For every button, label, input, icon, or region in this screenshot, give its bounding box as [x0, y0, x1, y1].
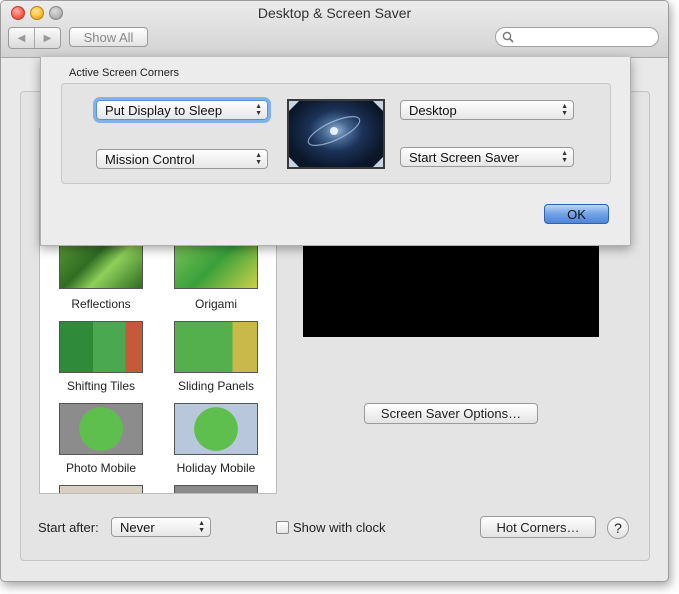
- saver-thumb-shifting-tiles[interactable]: [59, 321, 143, 373]
- saver-label-shifting-tiles: Shifting Tiles: [66, 379, 136, 393]
- select-arrows-icon: ▲ ▼: [561, 103, 568, 117]
- hot-corners-button[interactable]: Hot Corners…: [480, 516, 596, 538]
- show-with-clock-checkbox[interactable]: [276, 521, 289, 534]
- show-with-clock-label: Show with clock: [293, 520, 386, 535]
- forward-icon[interactable]: ▶: [35, 28, 60, 48]
- galaxy-wallpaper-icon: [289, 101, 383, 167]
- top-left-corner-select[interactable]: Put Display to Sleep ▲ ▼: [96, 100, 268, 120]
- select-arrows-icon: ▲ ▼: [255, 152, 262, 166]
- top-right-corner-value: Desktop: [409, 102, 457, 118]
- saver-thumb-photo-mobile[interactable]: [59, 403, 143, 455]
- sheet-heading: Active Screen Corners: [69, 67, 180, 79]
- hot-corners-sheet: Active Screen Corners Put Display to Sle…: [40, 57, 631, 246]
- saver-label-holiday-mobile: Holiday Mobile: [176, 461, 256, 475]
- start-after-select[interactable]: Never ▲ ▼: [111, 517, 211, 537]
- saver-label-sliding-panels: Sliding Panels: [177, 379, 255, 393]
- top-left-corner-value: Put Display to Sleep: [105, 102, 223, 118]
- title-bar: Desktop & Screen Saver ◀ ▶ Show All: [1, 1, 668, 58]
- start-after-label: Start after:: [38, 520, 99, 535]
- preferences-window: Desktop & Screen Saver ◀ ▶ Show All Refl…: [0, 0, 669, 582]
- back-forward-group: ◀ ▶: [8, 27, 61, 49]
- saver-label-photo-mobile: Photo Mobile: [65, 461, 137, 475]
- saver-thumb-partial-left[interactable]: [59, 485, 143, 493]
- saver-label-origami: Origami: [194, 297, 237, 311]
- back-icon[interactable]: ◀: [9, 28, 35, 48]
- screen-saver-options-button[interactable]: Screen Saver Options…: [364, 403, 538, 424]
- start-after-value: Never: [120, 519, 155, 535]
- saver-thumb-partial-right[interactable]: [174, 485, 258, 493]
- window-title: Desktop & Screen Saver: [257, 5, 412, 21]
- saver-thumb-sliding-panels[interactable]: [174, 321, 258, 373]
- bottom-left-corner-select[interactable]: Mission Control ▲ ▼: [96, 149, 268, 169]
- saver-thumb-holiday-mobile[interactable]: [174, 403, 258, 455]
- help-button[interactable]: ?: [607, 517, 629, 539]
- search-input[interactable]: [495, 27, 659, 47]
- top-right-corner-select[interactable]: Desktop ▲ ▼: [400, 100, 574, 120]
- select-arrows-icon: ▲ ▼: [255, 103, 262, 117]
- bottom-left-corner-value: Mission Control: [105, 151, 195, 167]
- corner-settings-box: Put Display to Sleep ▲ ▼ Mission Control …: [61, 83, 611, 184]
- show-all-button[interactable]: Show All: [69, 27, 148, 47]
- search-icon: [502, 31, 514, 43]
- bottom-right-corner-value: Start Screen Saver: [409, 149, 519, 165]
- saver-label-reflections: Reflections: [71, 297, 131, 311]
- ok-button[interactable]: OK: [544, 204, 609, 224]
- select-arrows-icon: ▲ ▼: [198, 520, 205, 534]
- desktop-preview-monitor: [287, 99, 385, 169]
- select-arrows-icon: ▲ ▼: [561, 150, 568, 164]
- bottom-right-corner-select[interactable]: Start Screen Saver ▲ ▼: [400, 147, 574, 167]
